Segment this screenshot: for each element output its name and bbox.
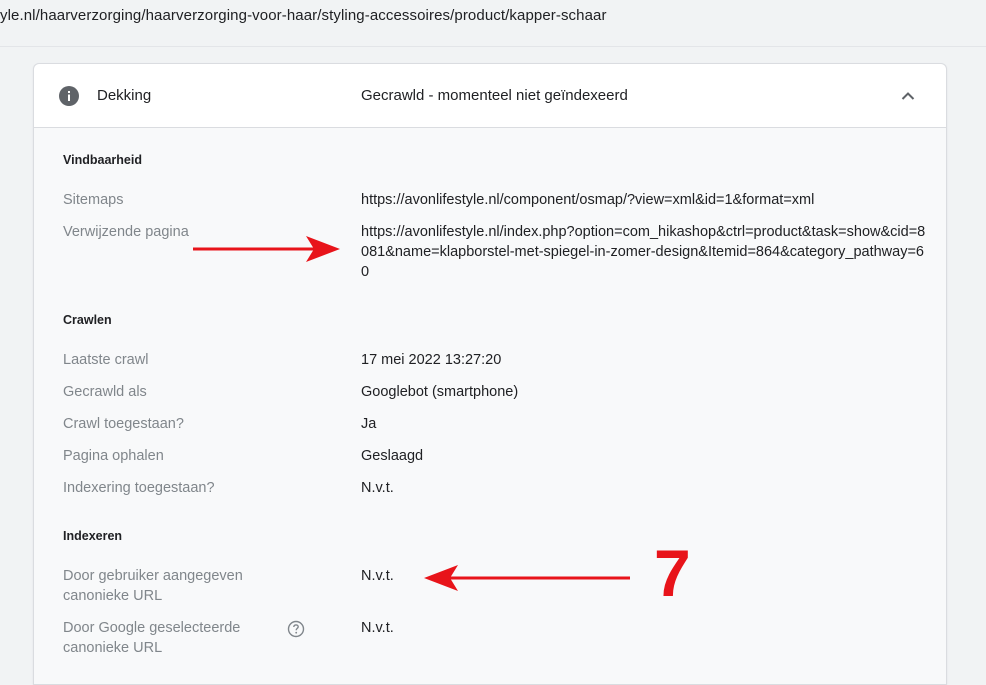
crawl-allowed-label: Crawl toegestaan?	[63, 416, 184, 432]
google-canonical-label: Door Google geselecteerde canonieke URL	[63, 620, 241, 656]
crawl-allowed-value: Ja	[361, 416, 377, 432]
chevron-up-icon[interactable]	[896, 84, 920, 108]
referring-page-value[interactable]: https://avonlifestyle.nl/index.php?optio…	[361, 222, 926, 282]
google-canonical-value: N.v.t.	[361, 620, 394, 636]
user-canonical-label: Door gebruiker aangegeven canonieke URL	[63, 568, 243, 604]
page-fetch-value: Geslaagd	[361, 448, 424, 464]
indexing-allowed-value: N.v.t.	[361, 480, 394, 496]
info-icon	[59, 86, 79, 106]
address-bar[interactable]: yle.nl/haarverzorging/haarverzorging-voo…	[0, 0, 986, 47]
coverage-status: Gecrawld - momenteel niet geïndexeerd	[361, 87, 628, 104]
crawled-as-label: Gecrawld als	[63, 384, 147, 400]
coverage-label: Dekking	[97, 87, 152, 104]
last-crawl-label: Laatste crawl	[63, 352, 149, 368]
annotation-number-7: 7	[654, 536, 691, 610]
crawled-as-value: Googlebot (smartphone)	[361, 384, 519, 400]
user-canonical-value: N.v.t.	[361, 568, 394, 584]
last-crawl-value: 17 mei 2022 13:27:20	[361, 352, 502, 368]
referring-page-label: Verwijzende pagina	[63, 224, 189, 240]
url-text[interactable]: yle.nl/haarverzorging/haarverzorging-voo…	[0, 7, 607, 24]
help-icon[interactable]	[287, 620, 305, 638]
section-title-crawlen: Crawlen	[63, 313, 112, 327]
section-title-vindbaarheid: Vindbaarheid	[63, 153, 142, 167]
sitemaps-value[interactable]: https://avonlifestyle.nl/component/osmap…	[361, 190, 926, 210]
sitemaps-label: Sitemaps	[63, 192, 124, 208]
indexing-allowed-label: Indexering toegestaan?	[63, 480, 215, 496]
section-title-indexeren: Indexeren	[63, 529, 123, 543]
page-fetch-label: Pagina ophalen	[63, 448, 164, 464]
coverage-header[interactable]: Dekking Gecrawld - momenteel niet geïnde…	[34, 64, 946, 128]
